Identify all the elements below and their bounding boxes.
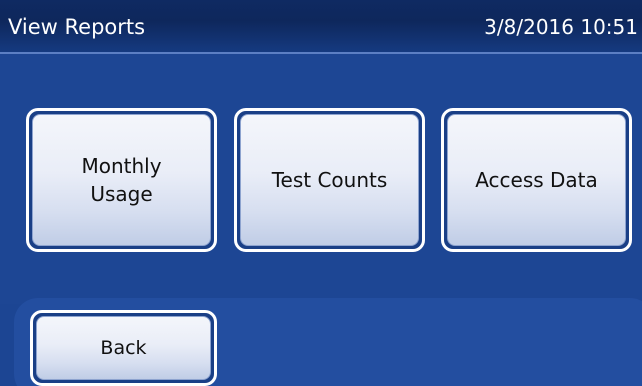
date-time-display: 3/8/2016 10:51 xyxy=(484,15,638,39)
back-button-face[interactable]: Back xyxy=(36,316,211,380)
access-data-button[interactable]: Access Data xyxy=(441,108,632,252)
back-label: Back xyxy=(100,337,147,359)
test-counts-button-face[interactable]: Test Counts xyxy=(240,114,419,246)
access-data-label: Access Data xyxy=(475,168,598,192)
view-reports-screen: View Reports 3/8/2016 10:51 Monthly Usag… xyxy=(0,0,642,386)
monthly-usage-button-face[interactable]: Monthly Usage xyxy=(32,114,211,246)
title-bar: View Reports 3/8/2016 10:51 xyxy=(0,0,642,54)
test-counts-button[interactable]: Test Counts xyxy=(234,108,425,252)
test-counts-label: Test Counts xyxy=(271,168,388,192)
screen-title: View Reports xyxy=(8,15,146,39)
monthly-usage-button[interactable]: Monthly Usage xyxy=(26,108,217,252)
access-data-button-face[interactable]: Access Data xyxy=(447,114,626,246)
back-button[interactable]: Back xyxy=(30,310,217,386)
monthly-usage-label: Monthly Usage xyxy=(81,154,162,206)
